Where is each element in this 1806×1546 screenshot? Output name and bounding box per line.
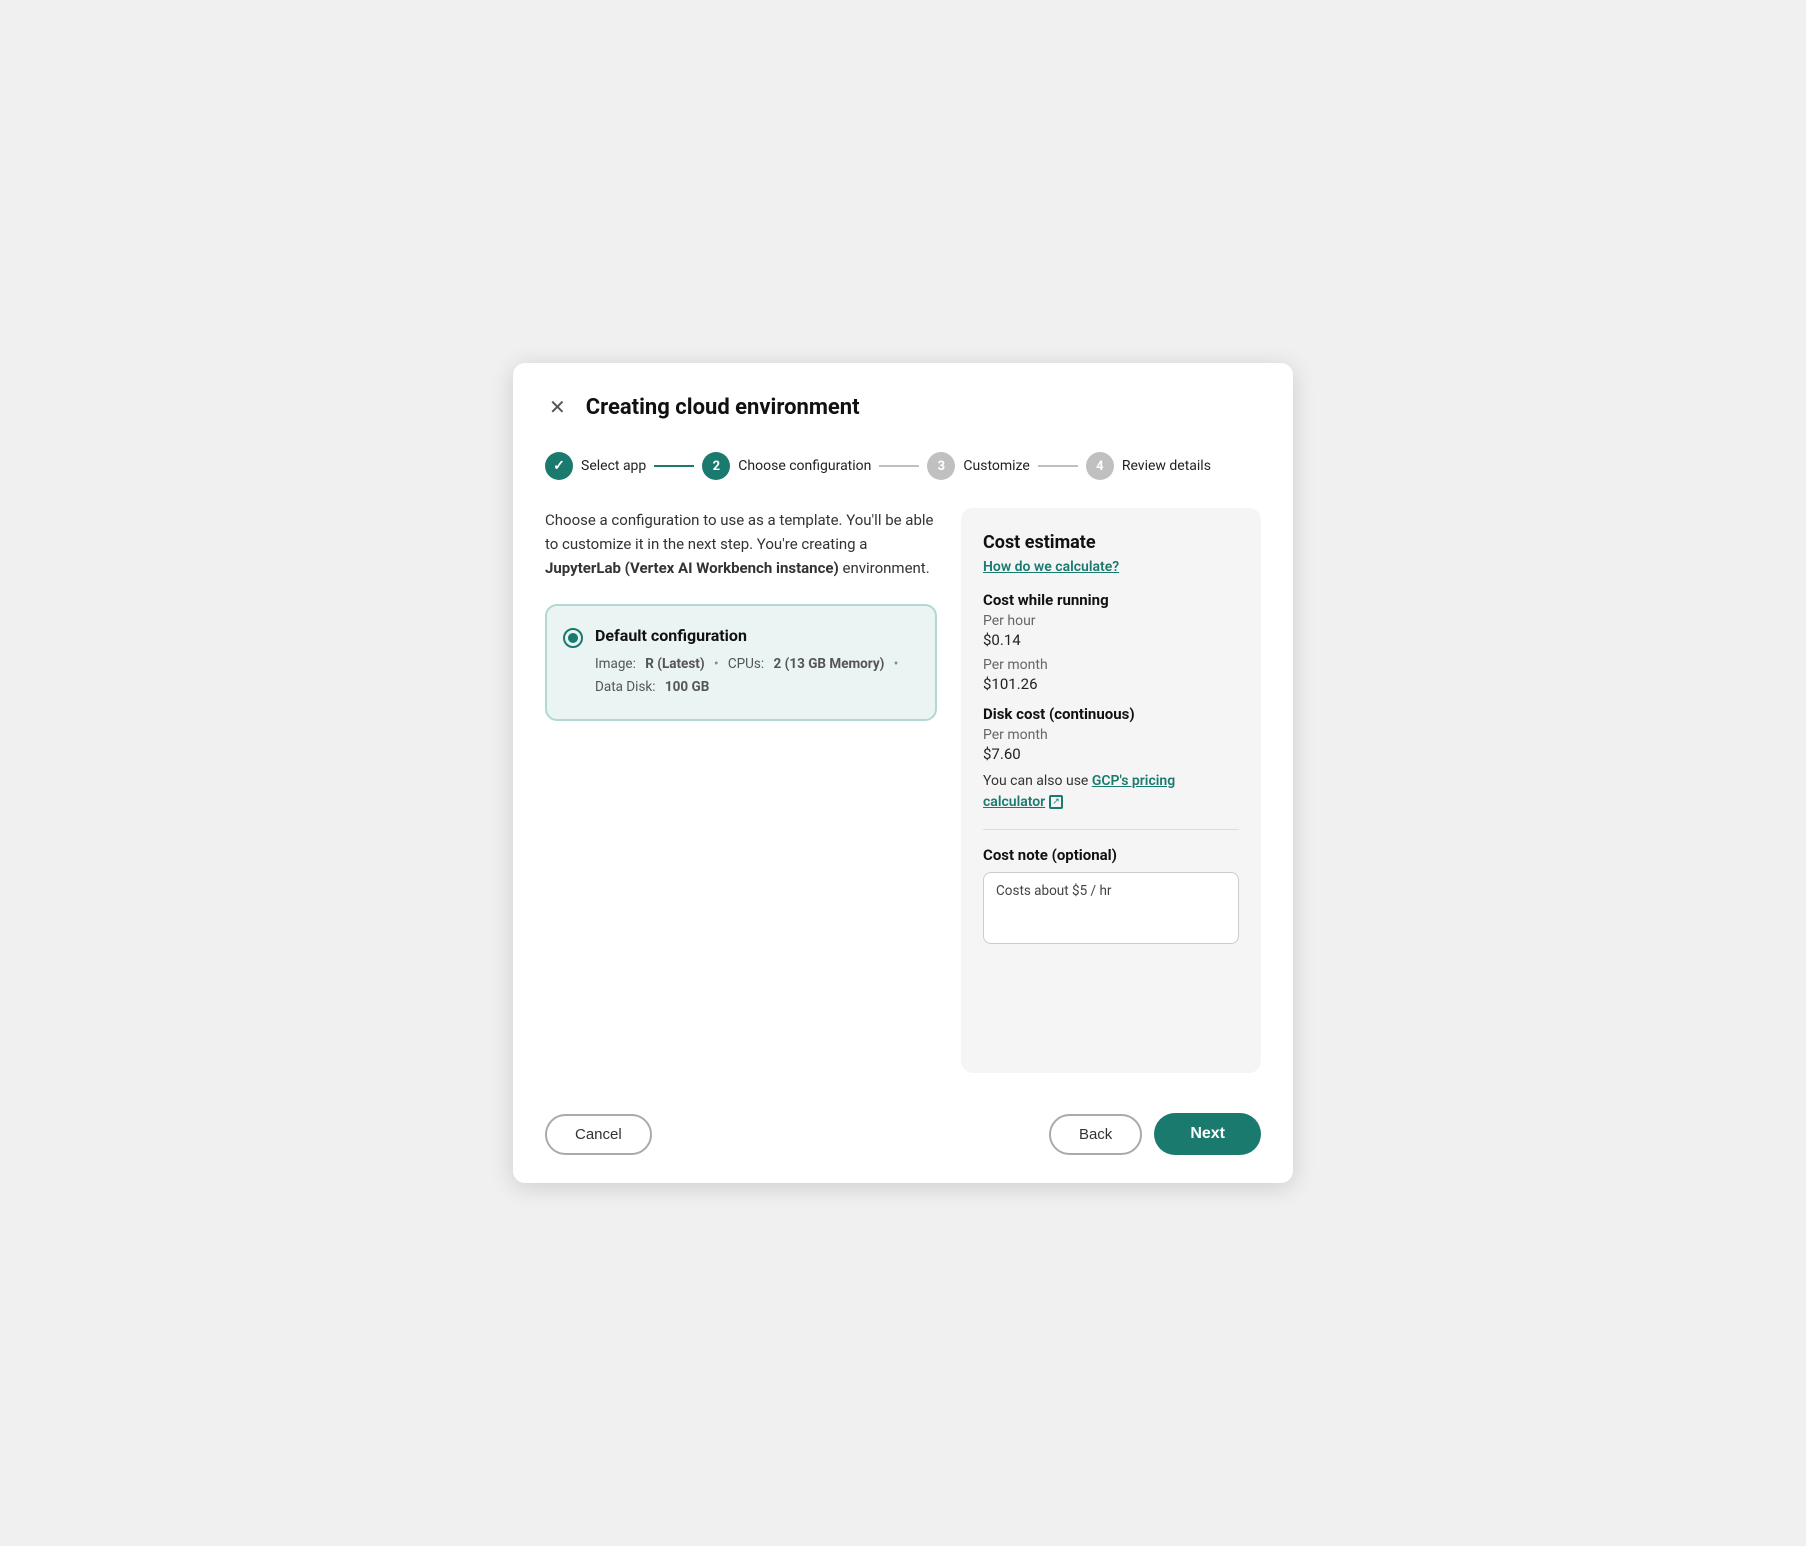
step-select-app: ✓ Select app	[545, 452, 646, 480]
cost-divider	[983, 829, 1239, 830]
per-month-label: Per month	[983, 657, 1239, 673]
footer-right: Back Next	[1049, 1113, 1261, 1155]
per-hour-value: $0.14	[983, 631, 1239, 649]
disk-value: 100 GB	[665, 679, 709, 695]
config-info: Default configuration Image: R (Latest) …	[595, 626, 904, 699]
disk-label: Data Disk:	[595, 679, 656, 695]
dialog-header: ✕ Creating cloud environment	[545, 391, 1261, 424]
step-review-details: 4 Review details	[1086, 452, 1211, 480]
cost-note-title: Cost note (optional)	[983, 846, 1239, 864]
step-circle-1: ✓	[545, 452, 573, 480]
step-label-4: Review details	[1122, 458, 1211, 474]
cancel-button[interactable]: Cancel	[545, 1114, 652, 1155]
cost-note-input[interactable]	[983, 872, 1239, 944]
cpus-value: 2 (13 GB Memory)	[774, 656, 885, 672]
checkmark-icon: ✓	[553, 458, 565, 474]
config-name: Default configuration	[595, 626, 904, 645]
step-number-4: 4	[1096, 459, 1103, 474]
step-circle-3: 3	[927, 452, 955, 480]
radio-button[interactable]	[563, 628, 583, 648]
disk-per-month-value: $7.60	[983, 745, 1239, 763]
running-title: Cost while running	[983, 591, 1239, 609]
step-connector-2	[879, 465, 919, 467]
radio-inner	[568, 633, 578, 643]
image-value: R (Latest)	[645, 656, 704, 672]
external-link-icon	[1049, 795, 1063, 809]
step-circle-4: 4	[1086, 452, 1114, 480]
disk-per-month-label: Per month	[983, 727, 1239, 743]
description-before: Choose a configuration to use as a templ…	[545, 511, 933, 553]
step-label-2: Choose configuration	[738, 458, 871, 474]
next-button[interactable]: Next	[1154, 1113, 1261, 1155]
image-label: Image:	[595, 656, 636, 672]
content-area: Choose a configuration to use as a templ…	[545, 508, 1261, 1073]
step-connector-1	[654, 465, 694, 467]
gcp-text-before: You can also use	[983, 773, 1092, 789]
description-after: environment.	[839, 559, 930, 577]
config-details: Image: R (Latest) • CPUs: 2 (13 GB Memor…	[595, 653, 904, 699]
step-label-1: Select app	[581, 458, 646, 474]
step-circle-2: 2	[702, 452, 730, 480]
step-label-3: Customize	[963, 458, 1029, 474]
bullet-1: •	[714, 656, 719, 672]
close-button[interactable]: ✕	[545, 391, 570, 424]
step-choose-config: 2 Choose configuration	[702, 452, 871, 480]
per-hour-label: Per hour	[983, 613, 1239, 629]
step-number-2: 2	[713, 459, 720, 474]
per-month-value: $101.26	[983, 675, 1239, 693]
main-content: Choose a configuration to use as a templ…	[545, 508, 937, 1073]
dialog-title: Creating cloud environment	[586, 395, 860, 420]
step-number-3: 3	[938, 459, 945, 474]
cpus-label: CPUs:	[728, 656, 764, 672]
cost-panel: Cost estimate How do we calculate? Cost …	[961, 508, 1261, 1073]
calculate-link[interactable]: How do we calculate?	[983, 559, 1239, 575]
description-bold: JupyterLab (Vertex AI Workbench instance…	[545, 559, 839, 577]
description-text: Choose a configuration to use as a templ…	[545, 508, 937, 580]
step-customize: 3 Customize	[927, 452, 1029, 480]
step-connector-3	[1038, 465, 1078, 467]
disk-title: Disk cost (continuous)	[983, 705, 1239, 723]
config-card[interactable]: Default configuration Image: R (Latest) …	[545, 604, 937, 721]
cost-title: Cost estimate	[983, 532, 1239, 553]
back-button[interactable]: Back	[1049, 1114, 1142, 1155]
bullet-2: •	[894, 656, 899, 672]
footer: Cancel Back Next	[545, 1105, 1261, 1155]
dialog: ✕ Creating cloud environment ✓ Select ap…	[513, 363, 1293, 1183]
stepper: ✓ Select app 2 Choose configuration 3 Cu…	[545, 452, 1261, 480]
gcp-text: You can also use GCP's pricing calculato…	[983, 771, 1239, 813]
